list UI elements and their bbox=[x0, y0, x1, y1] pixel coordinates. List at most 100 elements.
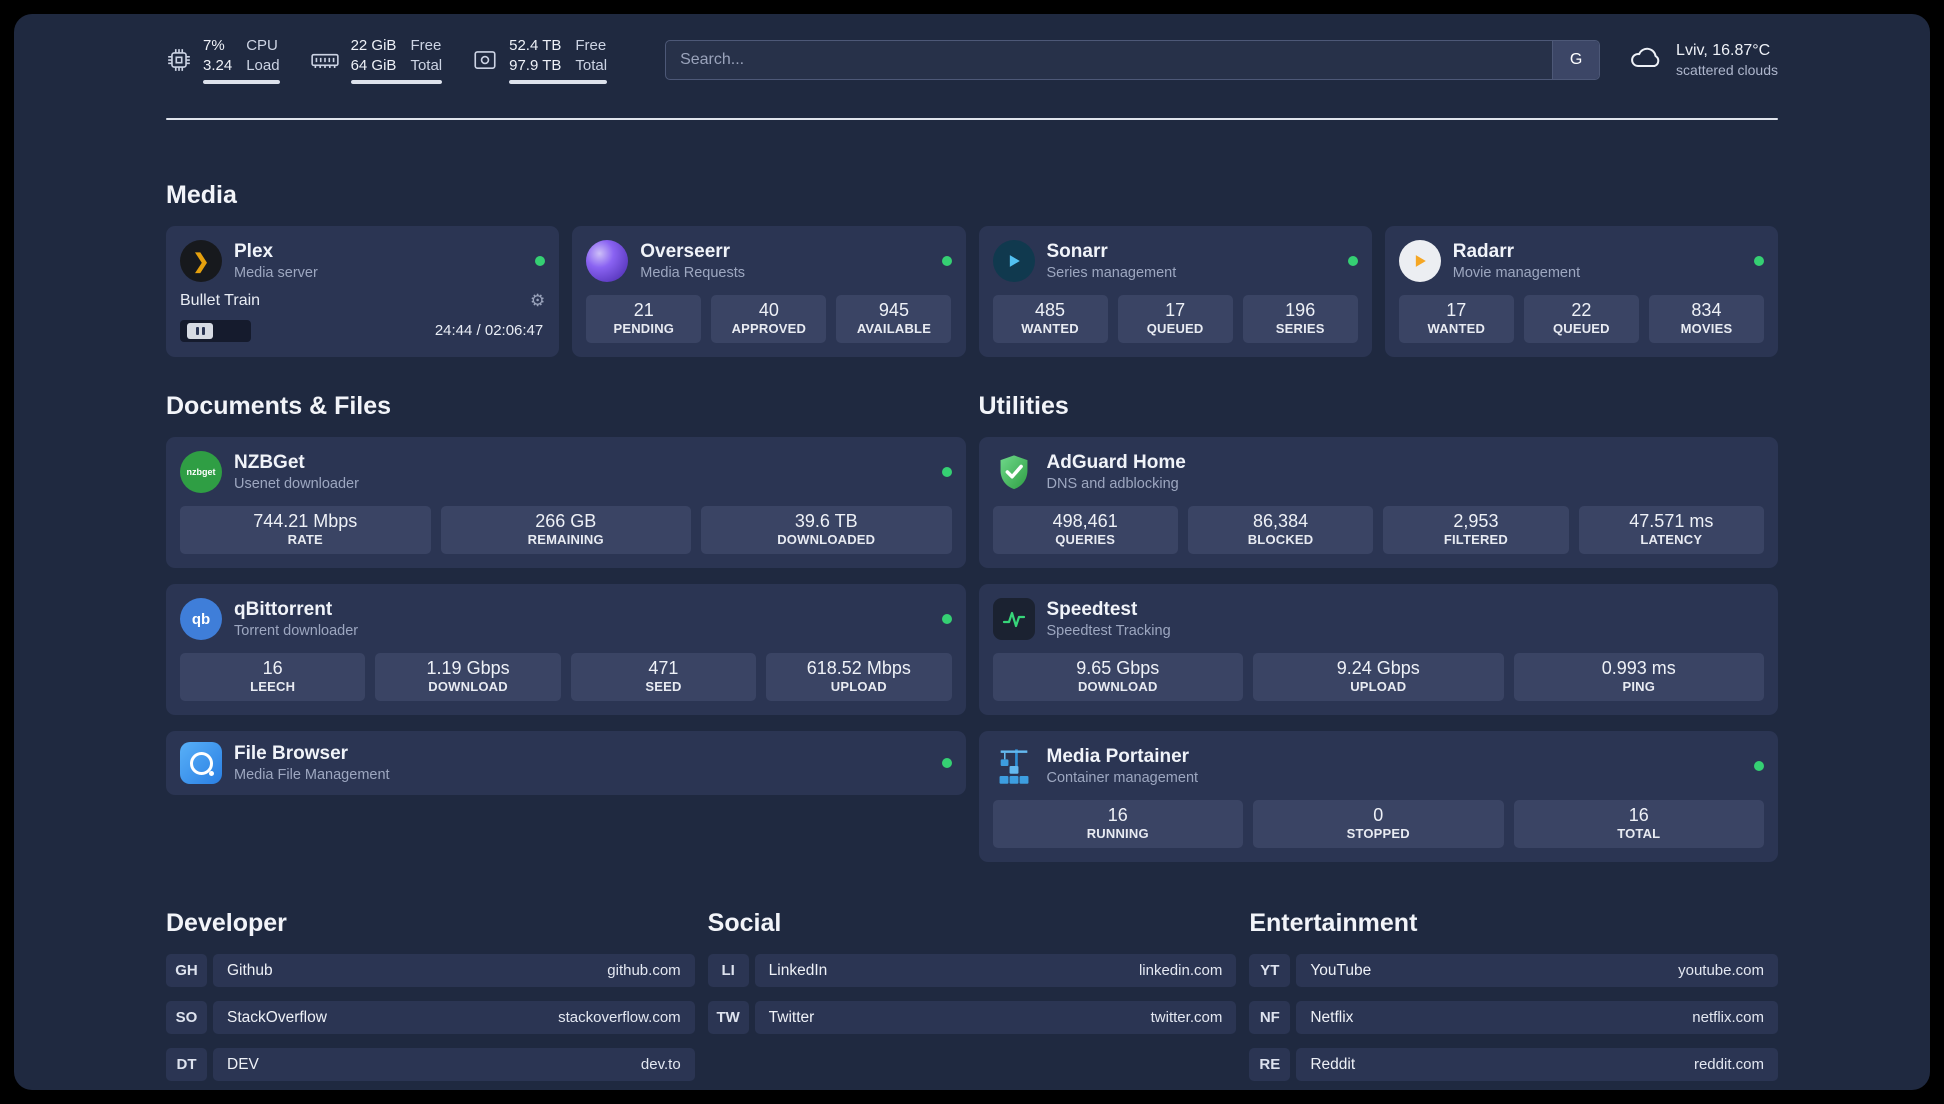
cpu-stat-body: 7% CPU 3.24 Load bbox=[203, 36, 280, 84]
stat-label: REMAINING bbox=[527, 532, 604, 547]
link-bar: Reddit reddit.com bbox=[1296, 1048, 1778, 1081]
now-playing-title: Bullet Train bbox=[180, 291, 261, 309]
stat-value: 9.24 Gbps bbox=[1336, 658, 1420, 678]
link-url: twitter.com bbox=[1150, 1009, 1223, 1026]
app-subtitle: Media Requests bbox=[640, 265, 746, 281]
storage-free-value: 52.4 TB bbox=[509, 37, 562, 54]
mid-section: Documents & Files nzbget NZBGet Usenet d… bbox=[166, 391, 1778, 862]
stat-label: PING bbox=[1622, 679, 1656, 694]
status-dot bbox=[1347, 256, 1358, 266]
media-grid: ❯ Plex Media server Bullet Train ⚙ 24:44… bbox=[166, 226, 1778, 357]
app-card-speedtest[interactable]: Speedtest Speedtest Tracking 9.65 Gbps DO… bbox=[978, 584, 1778, 715]
app-card-plex[interactable]: ❯ Plex Media server Bullet Train ⚙ 24:44… bbox=[166, 226, 560, 357]
app-card-qbittorrent[interactable]: qb qBittorrent Torrent downloader 16 LEEC… bbox=[166, 584, 966, 715]
overseerr-titles: Overseerr Media Requests bbox=[640, 241, 929, 281]
stat-value: 471 bbox=[648, 658, 679, 678]
link-row-twitter[interactable]: TW Twitter twitter.com bbox=[707, 1001, 1237, 1034]
adguard-stats: 498,461 QUERIES 86,384 BLOCKED 2,953 FILTER… bbox=[992, 506, 1764, 554]
speedtest-graph-icon bbox=[992, 598, 1035, 640]
app-name: Radarr bbox=[1452, 241, 1514, 262]
app-card-nzbget[interactable]: nzbget NZBGet Usenet downloader 744.21 M… bbox=[166, 437, 966, 568]
section-title-media: Media bbox=[166, 181, 237, 209]
speedtest-stats: 9.65 Gbps DOWNLOAD 9.24 Gbps UPLOAD 0.993 … bbox=[992, 653, 1764, 701]
link-abbreviation: TW bbox=[707, 1001, 749, 1034]
portainer-titles: Media Portainer Container management bbox=[1047, 746, 1743, 786]
stat-tile: 1.19 Gbps DOWNLOAD bbox=[375, 653, 561, 701]
search-bar: G bbox=[665, 40, 1601, 80]
speedtest-header: Speedtest Speedtest Tracking bbox=[992, 598, 1765, 640]
stat-tile: 39.6 TB DOWNLOADED bbox=[701, 506, 952, 554]
app-card-radarr[interactable]: Radarr Movie management 17 WANTED 22 QUEUE… bbox=[1384, 226, 1778, 357]
stat-value: 39.6 TB bbox=[794, 511, 858, 531]
app-name: File Browser bbox=[234, 743, 349, 764]
search-engine-button[interactable]: G bbox=[1552, 41, 1600, 79]
section-title-social: Social bbox=[707, 909, 782, 937]
cpu-usage-bar bbox=[203, 80, 280, 84]
memory-stat-body: 22 GiB Free 64 GiB Total bbox=[350, 36, 443, 84]
settings-icon[interactable]: ⚙ bbox=[530, 291, 545, 311]
app-card-adguard[interactable]: AdGuard Home DNS and adblocking 498,461 Q… bbox=[978, 437, 1778, 568]
section-utilities: Utilities AdGuard Home DNS and adblockin… bbox=[978, 391, 1778, 862]
radarr-stats: 17 WANTED 22 QUEUED 834 MOVIES bbox=[1398, 295, 1764, 343]
stat-tile: 17 QUEUED bbox=[1117, 295, 1233, 343]
cloud-icon bbox=[1628, 43, 1664, 78]
link-row-netflix[interactable]: NF Netflix netflix.com bbox=[1249, 1001, 1778, 1034]
app-subtitle: Torrent downloader bbox=[234, 623, 359, 639]
app-card-filebrowser[interactable]: File Browser Media File Management bbox=[166, 731, 966, 795]
link-url: dev.to bbox=[640, 1056, 681, 1073]
link-bar: YouTube youtube.com bbox=[1296, 954, 1778, 987]
stat-tile: 945 AVAILABLE bbox=[836, 295, 952, 343]
stat-label: QUEUED bbox=[1146, 321, 1204, 336]
app-subtitle: Media File Management bbox=[234, 767, 390, 783]
stat-value: 485 bbox=[1035, 300, 1066, 320]
app-card-sonarr[interactable]: Sonarr Series management 485 WANTED 17 QUE… bbox=[978, 226, 1372, 357]
pause-button[interactable] bbox=[187, 323, 213, 339]
app-name: Plex bbox=[234, 241, 274, 262]
sonarr-icon bbox=[992, 240, 1035, 282]
stat-tile: 47.571 ms LATENCY bbox=[1578, 506, 1764, 554]
stat-label: FILTERED bbox=[1443, 532, 1509, 547]
status-dot bbox=[941, 614, 952, 624]
link-row-github[interactable]: GH Github github.com bbox=[166, 954, 695, 987]
link-abbreviation: DT bbox=[166, 1048, 207, 1081]
link-row-reddit[interactable]: RE Reddit reddit.com bbox=[1249, 1048, 1778, 1081]
stat-value: 16 bbox=[262, 658, 283, 678]
link-row-youtube[interactable]: YT YouTube youtube.com bbox=[1249, 954, 1778, 987]
qbittorrent-titles: qBittorrent Torrent downloader bbox=[234, 599, 930, 639]
radarr-titles: Radarr Movie management bbox=[1453, 241, 1742, 281]
player-progress-bar[interactable]: 24:44 / 02:06:47 bbox=[180, 319, 545, 343]
portainer-crane-icon bbox=[993, 745, 1035, 787]
stat-value: 266 GB bbox=[535, 511, 597, 531]
link-abbreviation: SO bbox=[166, 1001, 207, 1034]
link-name: LinkedIn bbox=[768, 961, 828, 979]
stat-label: STOPPED bbox=[1346, 826, 1410, 841]
stat-label: QUEUED bbox=[1552, 321, 1610, 336]
stat-tile: 21 PENDING bbox=[586, 295, 702, 343]
nzbget-stats: 744.21 Mbps RATE 266 GB REMAINING 39.6 TB D… bbox=[180, 506, 952, 554]
stat-value: 22 bbox=[1571, 300, 1592, 320]
link-row-dev[interactable]: DT DEV dev.to bbox=[166, 1048, 695, 1081]
weather-widget: Lviv, 16.87°C scattered clouds bbox=[1628, 42, 1778, 78]
cpu-chip-icon bbox=[166, 47, 192, 73]
stat-tile: 16 RUNNING bbox=[992, 800, 1243, 848]
section-developer: Developer GH Github github.com SO StackO… bbox=[166, 908, 695, 1090]
weather-location-temperature: Lviv, 16.87°C bbox=[1676, 42, 1771, 59]
stat-tile: 618.52 Mbps UPLOAD bbox=[766, 653, 952, 701]
link-abbreviation: NF bbox=[1249, 1001, 1291, 1034]
app-card-portainer[interactable]: Media Portainer Container management 16 R… bbox=[978, 731, 1778, 862]
portainer-header: Media Portainer Container management bbox=[993, 745, 1764, 787]
sonarr-stats: 485 WANTED 17 QUEUED 196 SERIES bbox=[992, 295, 1358, 343]
stat-label: UPLOAD bbox=[830, 679, 887, 694]
search-input[interactable] bbox=[666, 41, 1553, 79]
app-name: AdGuard Home bbox=[1046, 452, 1186, 473]
stat-label: LATENCY bbox=[1640, 532, 1703, 547]
link-row-linkedin[interactable]: LI LinkedIn linkedin.com bbox=[707, 954, 1237, 987]
header-divider bbox=[166, 118, 1778, 120]
stat-value: 21 bbox=[633, 300, 654, 320]
link-row-stackoverflow[interactable]: SO StackOverflow stackoverflow.com bbox=[166, 1001, 695, 1034]
stat-tile: 22 QUEUED bbox=[1523, 295, 1639, 343]
app-card-overseerr[interactable]: Overseerr Media Requests 21 PENDING 40 APP… bbox=[572, 226, 966, 357]
app-name: Media Portainer bbox=[1046, 746, 1190, 767]
cpu-percent-value: 7% bbox=[203, 37, 225, 54]
stat-value: 9.65 Gbps bbox=[1076, 658, 1160, 678]
